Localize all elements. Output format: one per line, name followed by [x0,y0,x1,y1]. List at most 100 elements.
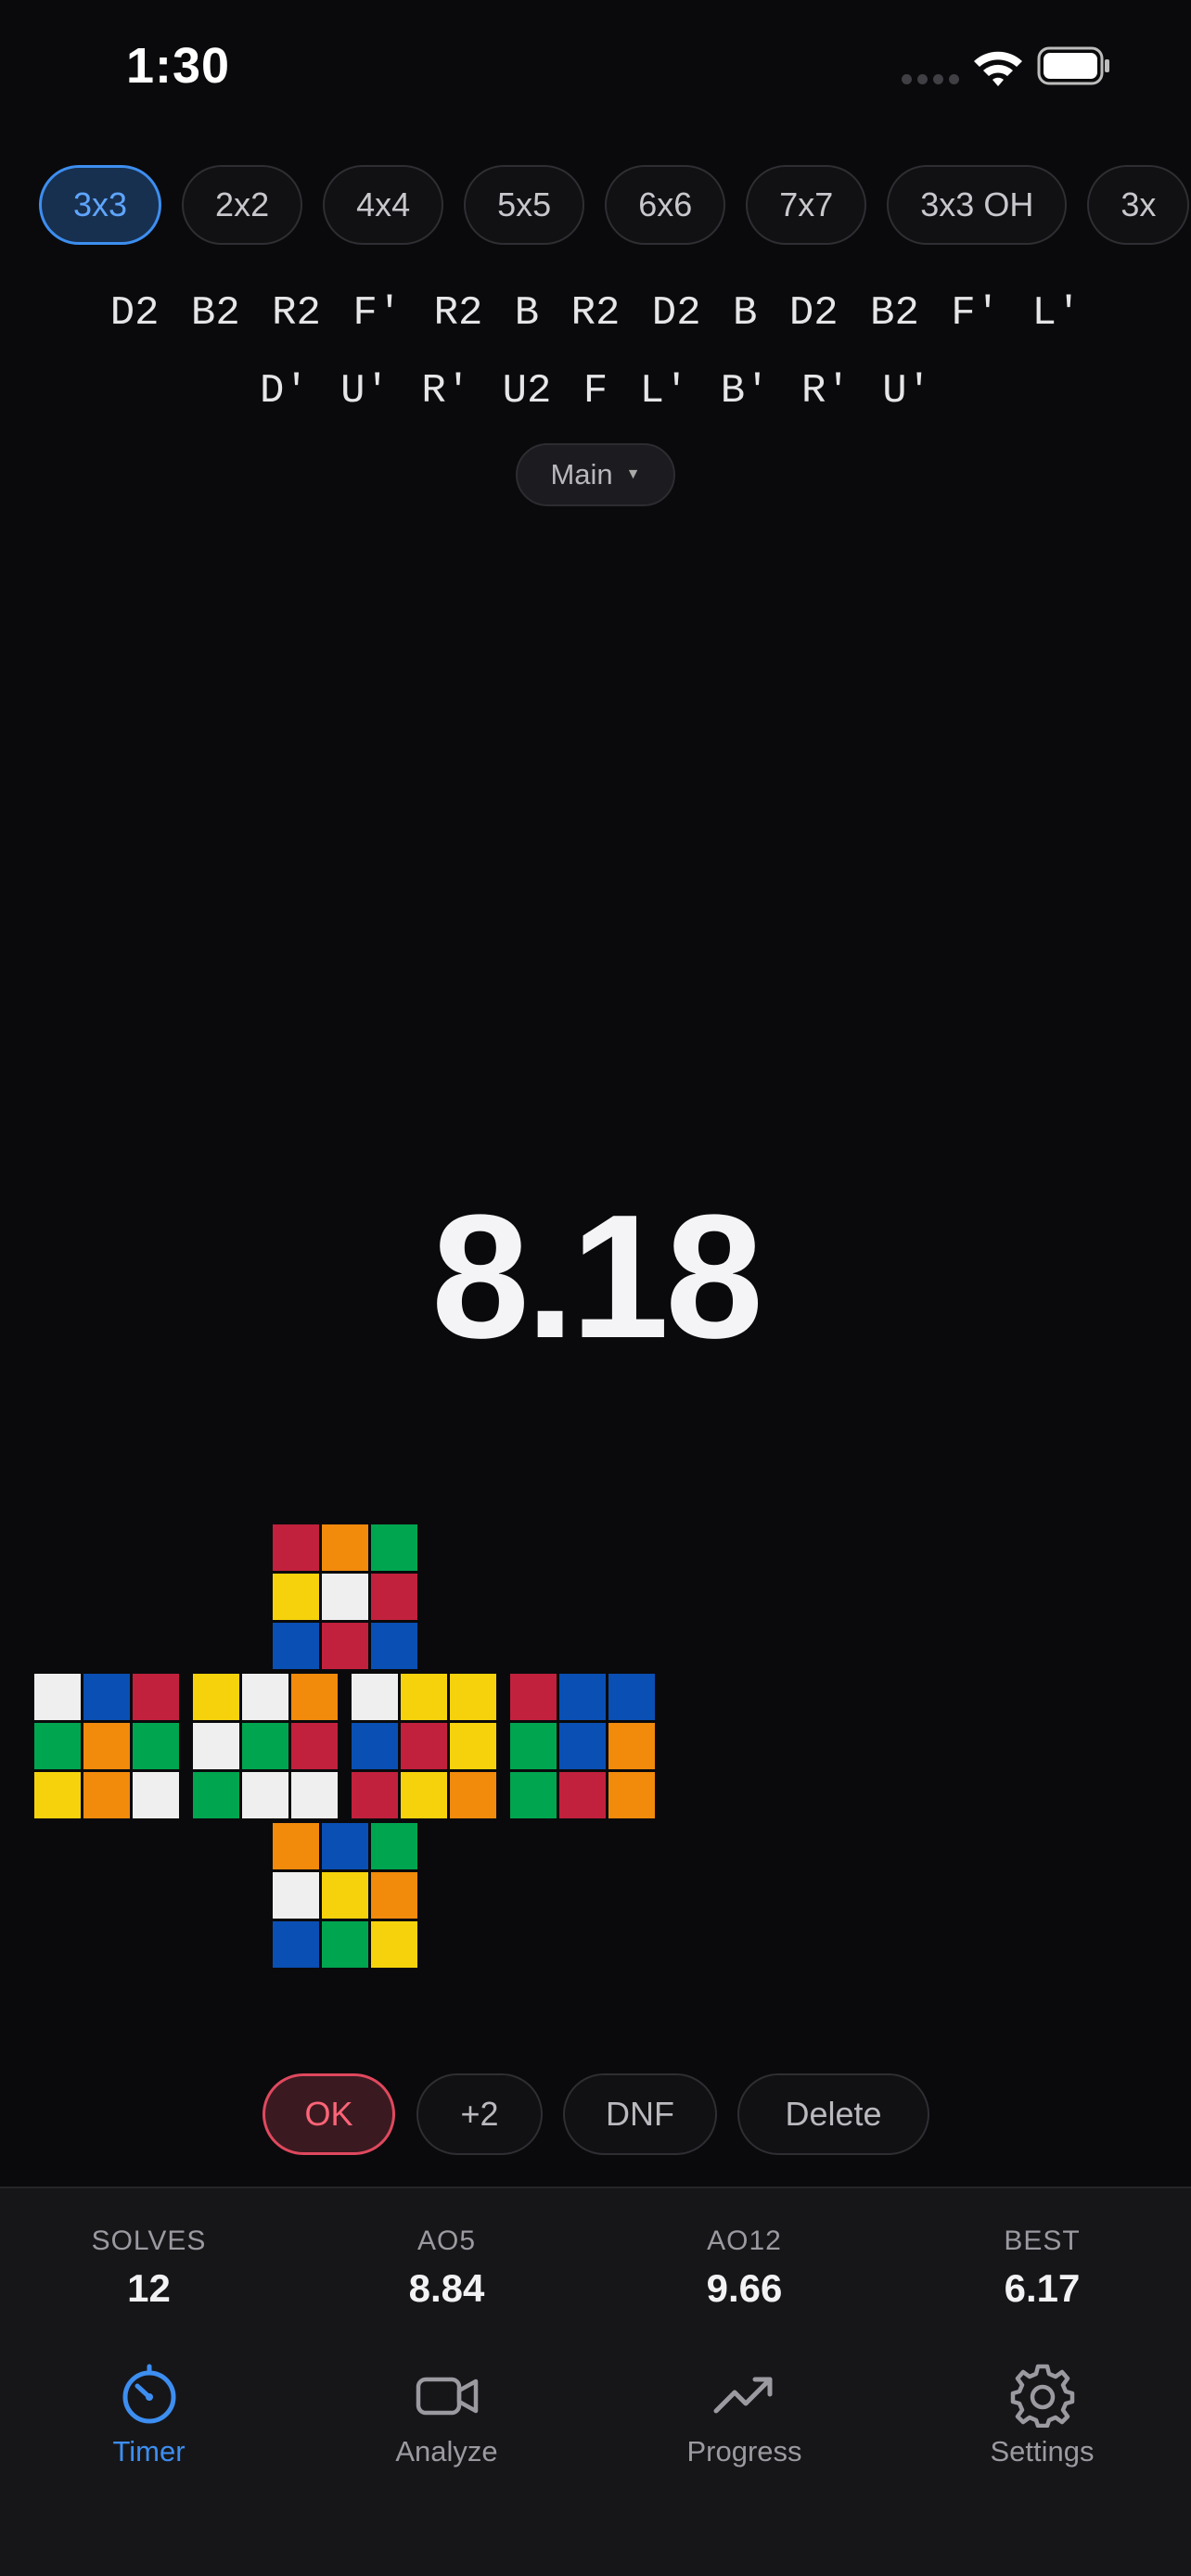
puzzle-chip-3x3-oh[interactable]: 3x3 OH [887,165,1068,245]
puzzle-chip-more[interactable]: 3x [1087,165,1190,245]
puzzle-chip-5x5[interactable]: 5x5 [464,165,585,245]
cube-sticker [242,1674,288,1720]
wifi-icon [974,51,1022,86]
cube-sticker [83,1723,130,1769]
session-selector[interactable]: Main ▼ [516,443,675,506]
cube-sticker [242,1723,288,1769]
puzzle-chip-3x3[interactable]: 3x3 [39,165,162,245]
cube-face-back [510,1674,655,1818]
cube-sticker [559,1772,606,1818]
delete-button[interactable]: Delete [737,2073,929,2155]
cube-sticker [371,1574,417,1620]
cube-sticker [322,1823,368,1869]
timer-icon [122,2364,175,2424]
cube-sticker [510,1772,557,1818]
scramble-line-1: D2 B2 R2 F' R2 B R2 D2 B D2 B2 F' L' [109,290,1082,337]
stat-solves: SOLVES 12 [0,2225,298,2311]
puzzle-chip-6x6[interactable]: 6x6 [605,165,726,245]
cube-sticker [559,1723,606,1769]
cube-sticker [273,1524,319,1571]
cube-sticker [352,1723,398,1769]
tab-label: Analyze [395,2435,498,2468]
cube-sticker [34,1723,81,1769]
cube-sticker [510,1723,557,1769]
cube-sticker [608,1772,655,1818]
cube-sticker [510,1674,557,1720]
cube-sticker [450,1772,496,1818]
battery-icon [1037,46,1109,85]
puzzle-chip-4x4[interactable]: 4x4 [323,165,444,245]
cube-sticker [450,1723,496,1769]
cube-sticker [608,1723,655,1769]
puzzle-selector: 3x3 2x2 4x4 5x5 6x6 7x7 3x3 OH 3x [39,165,1190,245]
stat-label: AO5 [416,2225,477,2256]
cube-sticker [34,1674,81,1720]
cube-sticker [322,1574,368,1620]
cube-sticker [401,1674,447,1720]
cube-sticker [322,1872,368,1919]
cube-sticker [193,1723,239,1769]
scramble-text: D2 B2 R2 F' R2 B R2 D2 B D2 B2 F' L' D' … [0,274,1191,430]
cube-sticker [322,1524,368,1571]
tab-label: Timer [112,2435,186,2468]
cube-sticker [273,1921,319,1968]
scramble-line-2: D' U' R' U2 F L' B' R' U' [259,368,932,414]
cube-sticker [322,1623,368,1669]
ok-button[interactable]: OK [263,2073,395,2155]
cube-sticker [352,1674,398,1720]
tab-analyze[interactable]: Analyze [298,2363,596,2468]
video-icon [416,2377,478,2416]
cube-sticker [291,1674,338,1720]
puzzle-chip-2x2[interactable]: 2x2 [182,165,303,245]
tab-timer[interactable]: Timer [0,2363,298,2468]
tab-label: Settings [990,2435,1095,2468]
stat-value: 9.66 [706,2266,783,2310]
session-label: Main [550,458,613,491]
cellular-signal-icon [902,74,959,84]
stat-best: BEST 6.17 [893,2225,1191,2311]
cube-sticker [291,1772,338,1818]
cube-sticker [371,1524,417,1571]
stats-bar: SOLVES 12 AO5 8.84 AO12 9.66 BEST 6.17 [0,2187,1191,2348]
cube-face-right [352,1674,496,1818]
cube-sticker [371,1623,417,1669]
stat-label: SOLVES [91,2225,207,2256]
cube-sticker [371,1921,417,1968]
puzzle-chip-7x7[interactable]: 7x7 [746,165,867,245]
cube-sticker [133,1674,179,1720]
tab-settings[interactable]: Settings [893,2363,1191,2468]
tab-label: Progress [686,2435,802,2468]
cube-sticker [193,1674,239,1720]
cube-face-up [273,1524,417,1669]
cube-sticker [291,1723,338,1769]
stat-value: 8.84 [408,2266,485,2310]
cube-sticker [273,1872,319,1919]
dnf-button[interactable]: DNF [563,2073,717,2155]
plus-two-button[interactable]: +2 [416,2073,543,2155]
cube-sticker [34,1772,81,1818]
cube-sticker [83,1772,130,1818]
stat-value: 6.17 [1004,2266,1081,2310]
stat-label: BEST [1004,2225,1081,2256]
cube-sticker [273,1823,319,1869]
cube-sticker [193,1772,239,1818]
cube-face-front [193,1674,338,1818]
stat-ao5: AO5 8.84 [298,2225,596,2311]
cube-sticker [273,1623,319,1669]
timer-display[interactable]: 8.18 [0,1176,1191,1378]
cube-sticker [371,1823,417,1869]
cube-sticker [242,1772,288,1818]
cube-sticker [322,1921,368,1968]
cube-sticker [608,1674,655,1720]
cube-sticker [401,1772,447,1818]
stat-ao12: AO12 9.66 [596,2225,893,2311]
cube-sticker [133,1723,179,1769]
tab-bar: Timer Analyze Progress Settings [0,2346,1191,2576]
cube-sticker [559,1674,606,1720]
gear-icon [1010,2364,1074,2428]
tab-progress[interactable]: Progress [596,2363,893,2468]
cube-sticker [352,1772,398,1818]
cube-sticker [273,1574,319,1620]
stat-label: AO12 [707,2225,782,2256]
cube-sticker [133,1772,179,1818]
